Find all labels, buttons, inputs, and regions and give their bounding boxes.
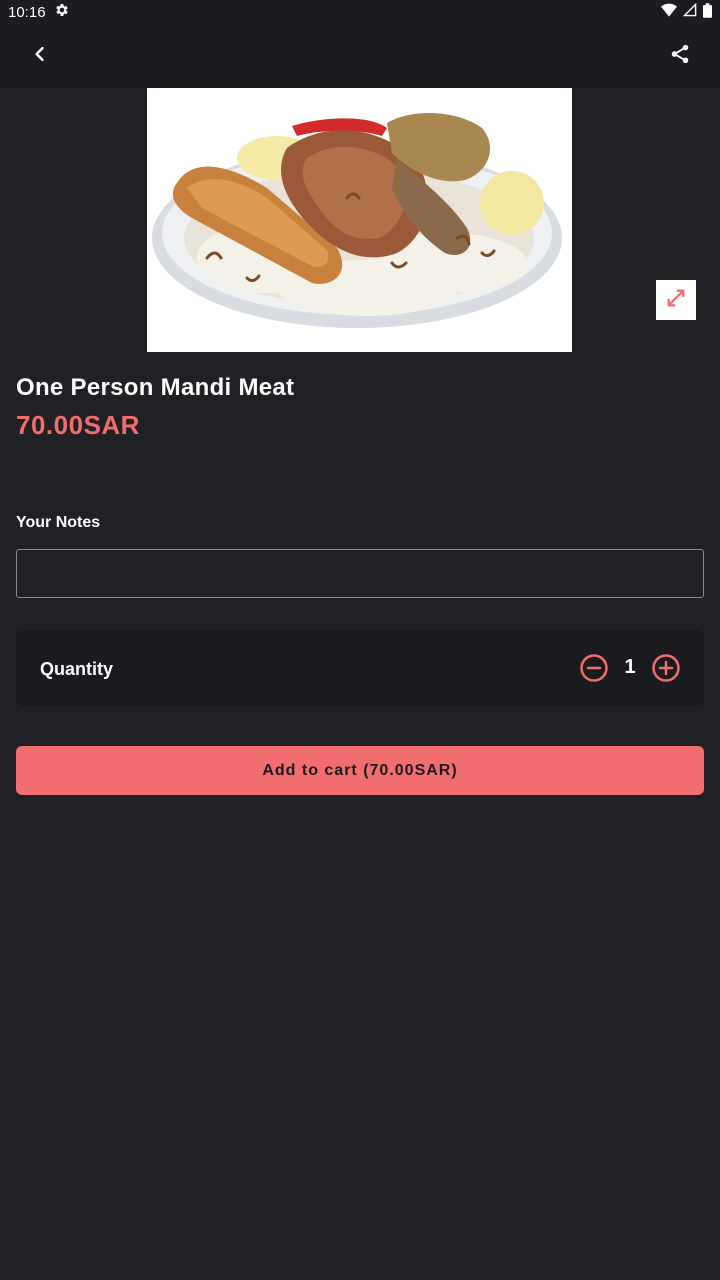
- minus-circle-icon: [578, 654, 610, 688]
- share-button[interactable]: [656, 32, 704, 80]
- chevron-left-icon: [30, 44, 50, 69]
- expand-icon: [665, 287, 687, 314]
- back-button[interactable]: [16, 32, 64, 80]
- quantity-label: Quantity: [40, 659, 114, 679]
- quantity-card: Quantity 1: [16, 630, 704, 706]
- notes-label: Your Notes: [16, 514, 101, 531]
- notes-input[interactable]: [16, 549, 704, 598]
- app-bar: [0, 24, 720, 88]
- quantity-increase-button[interactable]: [650, 652, 682, 684]
- add-to-cart-button[interactable]: Add to cart (70.00SAR): [16, 746, 704, 795]
- plus-circle-icon: [650, 654, 682, 688]
- product-title: One Person Mandi Meat: [16, 374, 295, 401]
- status-bar: 10:16: [0, 0, 720, 24]
- battery-icon: [703, 2, 712, 22]
- gear-icon: [54, 2, 70, 22]
- status-time: 10:16: [8, 3, 46, 21]
- quantity-value: 1: [624, 656, 636, 678]
- quantity-decrease-button[interactable]: [578, 652, 610, 684]
- signal-icon: [682, 2, 697, 21]
- wifi-icon: [661, 3, 677, 21]
- product-image: [147, 88, 572, 352]
- share-icon: [669, 43, 691, 70]
- product-price: 70.00SAR: [16, 410, 140, 440]
- expand-image-button[interactable]: [656, 280, 696, 320]
